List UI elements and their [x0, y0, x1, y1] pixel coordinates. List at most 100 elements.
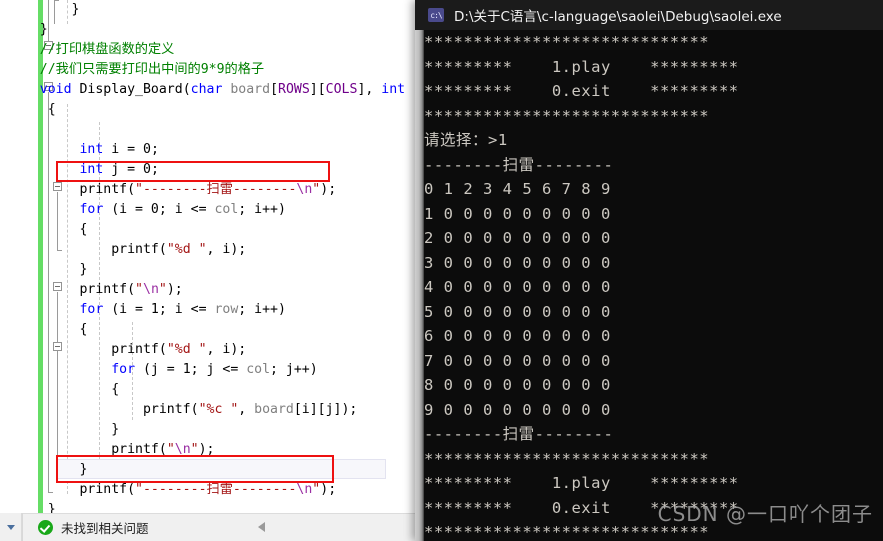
code-text-area[interactable]: }} //打印棋盘函数的定义 //我们只需要打印出中间的9*9的格子 void Dis…: [0, 0, 440, 513]
code-line: {: [48, 100, 56, 120]
console-line: 请选择：>1: [424, 131, 508, 149]
code-line: for (j = 1; j <= col; j++): [111, 360, 317, 380]
code-token: \n: [143, 282, 159, 297]
code-token: "%d ": [166, 342, 207, 357]
screenshot-root: }} //打印棋盘函数的定义 //我们只需要打印出中间的9*9的格子 void Dis…: [0, 0, 883, 541]
code-token: col: [246, 362, 271, 377]
console-line: ********* 0.exit *********: [424, 82, 739, 100]
code-line: {: [79, 320, 87, 340]
console-output: ***************************** ********* 1…: [424, 30, 883, 541]
console-line: ********* 1.play *********: [424, 57, 739, 76]
code-token: ; j <=: [190, 362, 247, 377]
code-token: //打印棋盘函数的定义: [39, 42, 175, 57]
code-token: (: [127, 182, 136, 197]
console-line: 5 0 0 0 0 0 0 0 0 0: [424, 302, 611, 321]
code-token: );: [320, 482, 337, 497]
code-token: "%d ": [166, 242, 207, 257]
code-line: //打印棋盘函数的定义: [40, 40, 175, 60]
code-line: }: [79, 260, 87, 280]
code-token: {: [79, 222, 88, 237]
code-token: (: [190, 402, 199, 417]
code-line: }: [72, 0, 80, 20]
code-token: i =: [103, 142, 143, 157]
code-token: ; i <=: [158, 202, 215, 217]
code-token: col: [214, 202, 239, 217]
code-token: int: [381, 82, 406, 97]
code-token: , i);: [206, 242, 247, 257]
code-token: 1: [182, 362, 191, 377]
code-line: printf("%c ", board[i][j]);: [143, 400, 357, 420]
console-line: *****************************: [424, 106, 710, 125]
code-token: \n: [296, 182, 313, 197]
caret-down-icon: [6, 524, 15, 530]
code-token: printf: [111, 242, 159, 257]
code-line: }: [40, 20, 48, 40]
code-token: printf: [79, 282, 128, 297]
code-token: ; i <=: [158, 302, 215, 317]
console-line: ********* 1.play *********: [424, 474, 739, 492]
code-token: ;: [150, 142, 159, 157]
code-token: (: [158, 342, 167, 357]
console-line: --------扫雷--------: [424, 425, 614, 443]
code-token: COLS: [325, 82, 358, 97]
code-token: ROWS: [278, 82, 310, 97]
code-line: printf("--------扫雷--------\n");: [79, 180, 336, 200]
code-token: 0: [142, 142, 151, 157]
code-token: printf: [79, 482, 128, 497]
code-token: ][: [309, 82, 326, 97]
code-token: {: [111, 382, 120, 397]
status-dropdown-button[interactable]: [0, 513, 22, 541]
console-line: 0 1 2 3 4 5 6 7 8 9: [424, 180, 611, 198]
code-line: {: [111, 380, 119, 400]
code-token: (: [127, 482, 136, 497]
code-token: row: [214, 302, 239, 317]
code-token: );: [166, 282, 183, 297]
code-token: (j =: [135, 362, 183, 377]
code-token: //我们只需要打印出中间的9*9的格子: [39, 62, 265, 77]
code-token: }: [79, 262, 88, 277]
console-line: 9 0 0 0 0 0 0 0 0 0: [424, 400, 611, 419]
annotation-box-top: [56, 161, 330, 182]
console-window[interactable]: c:\ D:\关于C语言\c-language\saolei\Debug\sao…: [415, 0, 883, 541]
code-token: ; i++): [238, 202, 286, 217]
console-line: 3 0 0 0 0 0 0 0 0 0: [424, 253, 611, 272]
code-token: (i =: [103, 302, 151, 317]
code-token: ,: [238, 402, 255, 417]
code-token: Display_Board: [79, 82, 183, 97]
code-line: printf("%d ", i);: [111, 240, 246, 260]
code-token: ": [135, 282, 143, 297]
code-line: printf("%d ", i);: [111, 340, 246, 360]
code-token: 1: [150, 302, 159, 317]
console-scrollbar[interactable]: [415, 30, 424, 541]
code-token: (: [182, 82, 191, 97]
console-line: 7 0 0 0 0 0 0 0 0 0: [424, 351, 611, 370]
console-line: 1 0 0 0 0 0 0 0 0 0: [424, 204, 611, 223]
code-token: "--------扫雷--------: [135, 182, 297, 197]
code-token: (i =: [103, 202, 151, 217]
code-line: for (i = 0; i <= col; i++): [79, 200, 285, 220]
code-token: , i);: [206, 342, 247, 357]
code-line: }: [48, 500, 56, 513]
code-token: void: [39, 82, 72, 97]
code-token: \n: [296, 482, 313, 497]
code-token: (: [158, 242, 167, 257]
status-problems-text: 未找到相关问题: [61, 521, 149, 536]
code-token: for: [111, 362, 136, 377]
console-line: *****************************: [424, 449, 710, 468]
console-line: 6 0 0 0 0 0 0 0 0 0: [424, 327, 611, 345]
ide-status-bar: 未找到相关问题: [0, 513, 440, 541]
code-token: [: [270, 82, 279, 97]
code-token: ],: [357, 82, 382, 97]
code-token: ": [158, 282, 167, 297]
triangle-left-icon[interactable]: [258, 522, 265, 532]
code-line: {: [79, 220, 87, 240]
code-line: //我们只需要打印出中间的9*9的格子: [40, 60, 264, 80]
code-token: ; j++): [270, 362, 318, 377]
code-token: printf: [142, 402, 191, 417]
code-token: for: [79, 302, 104, 317]
check-circle-icon: [38, 520, 53, 535]
cmd-console-icon: c:\: [428, 8, 444, 22]
code-token: printf: [79, 182, 128, 197]
console-title-bar[interactable]: c:\ D:\关于C语言\c-language\saolei\Debug\sao…: [415, 0, 883, 30]
code-token: );: [320, 182, 337, 197]
